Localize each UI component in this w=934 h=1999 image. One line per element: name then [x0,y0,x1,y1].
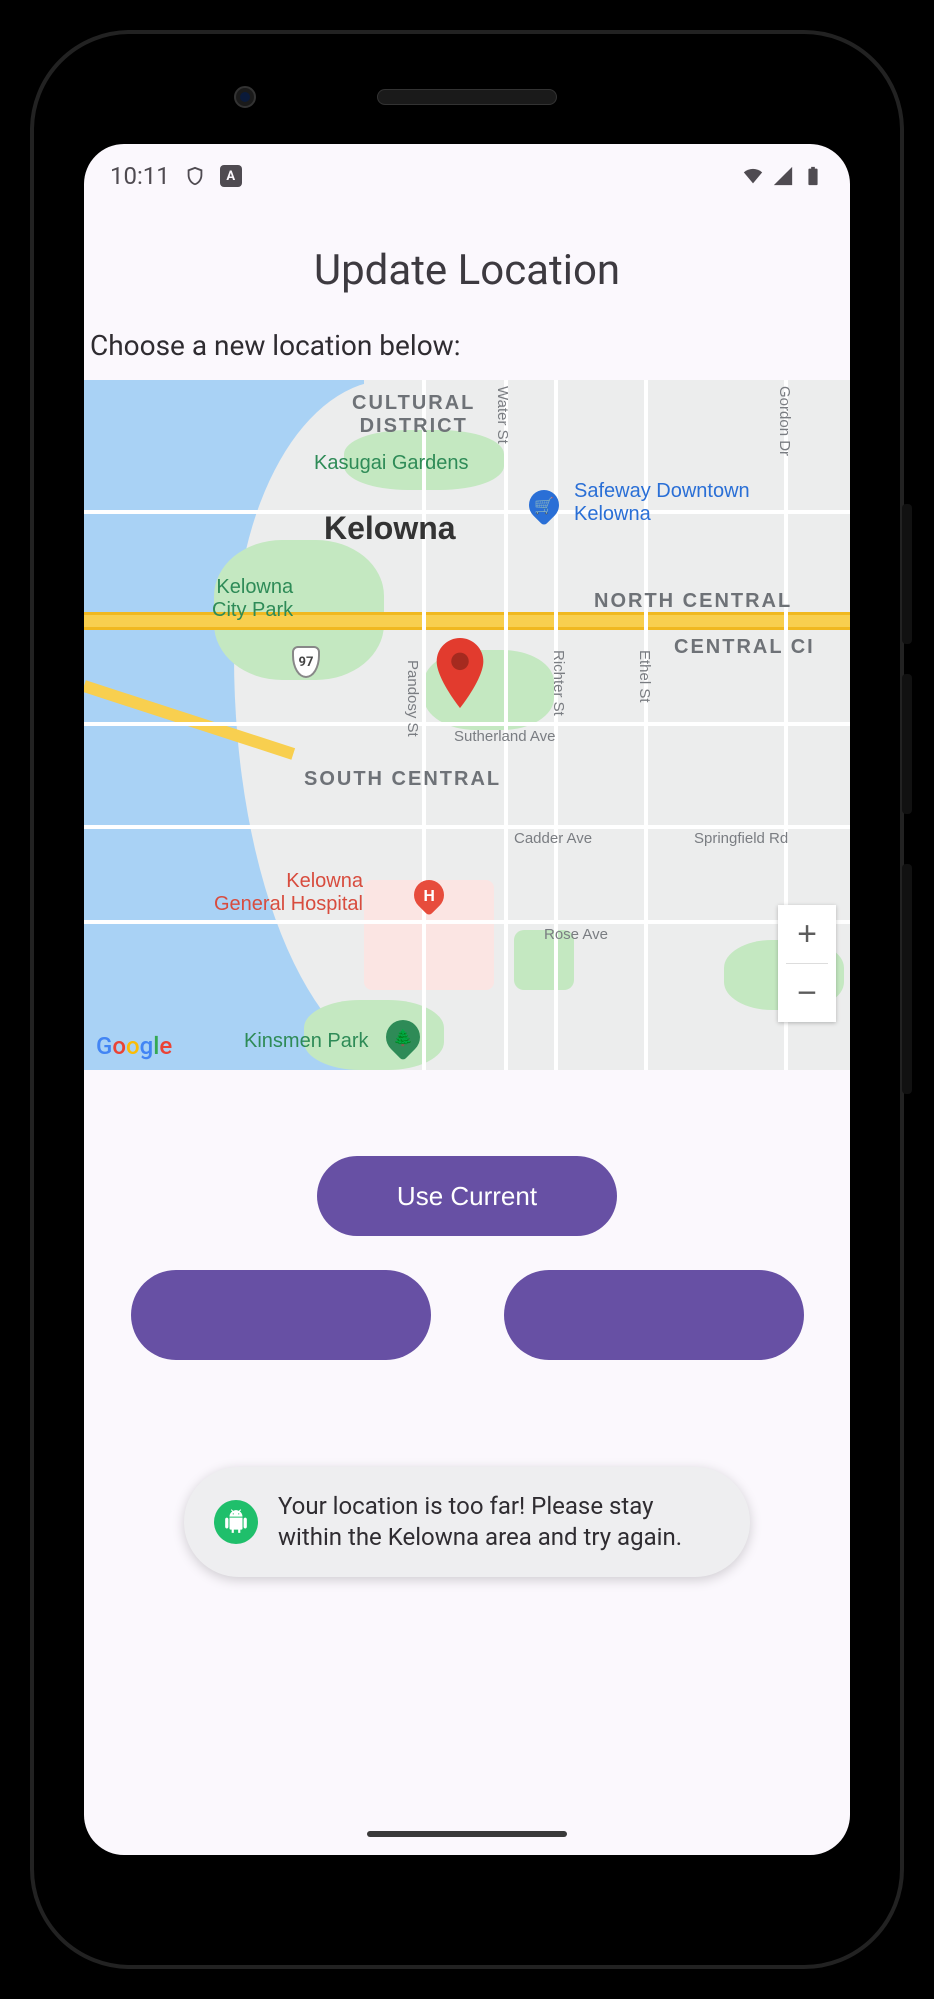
power-button [902,864,912,1094]
page-title: Update Location [84,246,850,295]
map-label-richter-st: Richter St [550,650,567,716]
cell-signal-icon [772,165,794,187]
map-label-cultural-district: CULTURAL DISTRICT [352,392,475,438]
screen: 10:11 A Update Location Choose a new loc… [84,144,850,1855]
map-label-kasugai-gardens: Kasugai Gardens [314,452,469,475]
map-label-sutherland-ave: Sutherland Ave [454,728,555,745]
android-icon [214,1500,258,1544]
map-label-cadder-ave: Cadder Ave [514,830,592,847]
map-label-kelowna: Kelowna [324,510,456,547]
map-label-safeway: Safeway Downtown Kelowna [574,480,750,526]
phone-camera [234,86,256,108]
map-label-city-park: Kelowna City Park [212,576,293,622]
status-time: 10:11 [110,162,170,190]
volume-down-button [902,674,912,814]
instruction-text: Choose a new location below: [84,329,850,380]
map-view[interactable]: CULTURAL DISTRICT Kasugai Gardens Kelown… [84,380,850,1070]
phone-frame: 10:11 A Update Location Choose a new loc… [0,0,934,1999]
bottom-button-row [84,1270,850,1360]
map-label-kinsmen-park: Kinsmen Park [244,1030,369,1053]
map-label-gordon-dr: Gordon Dr [776,386,793,456]
bottom-left-button[interactable] [131,1270,431,1360]
map-zoom-controls: + − [778,905,836,1022]
phone-bezel: 10:11 A Update Location Choose a new loc… [30,30,904,1969]
google-attribution: Google [96,1032,172,1060]
map-label-hospital: Kelowna General Hospital [214,870,363,916]
volume-up-button [902,504,912,644]
wifi-icon [742,165,764,187]
map-label-pandosy-st: Pandosy St [404,660,421,737]
safeway-pin-icon: 🛒 [523,484,565,526]
map-label-north-central: NORTH CENTRAL [594,590,792,613]
map-label-ethel-st: Ethel St [636,650,653,703]
map-marker-icon[interactable] [436,638,484,686]
use-current-button[interactable]: Use Current [317,1156,617,1236]
home-indicator[interactable] [367,1831,567,1837]
shield-icon [184,165,206,187]
zoom-out-button[interactable]: − [778,964,836,1022]
map-label-rose-ave: Rose Ave [544,926,608,943]
map-label-springfield-rd: Springfield Rd [694,830,788,847]
phone-speaker [377,89,557,105]
bottom-right-button[interactable] [504,1270,804,1360]
zoom-in-button[interactable]: + [778,905,836,963]
map-highway [84,612,850,630]
status-bar: 10:11 A [84,144,850,200]
battery-icon [802,165,824,187]
toast: Your location is too far! Please stay wi… [184,1467,750,1577]
map-label-central-city: CENTRAL CI [674,636,815,659]
keyboard-icon: A [220,165,242,187]
map-label-south-central: SOUTH CENTRAL [304,768,501,791]
map-label-water-st: Water St [494,386,511,444]
toast-message: Your location is too far! Please stay wi… [278,1491,720,1553]
